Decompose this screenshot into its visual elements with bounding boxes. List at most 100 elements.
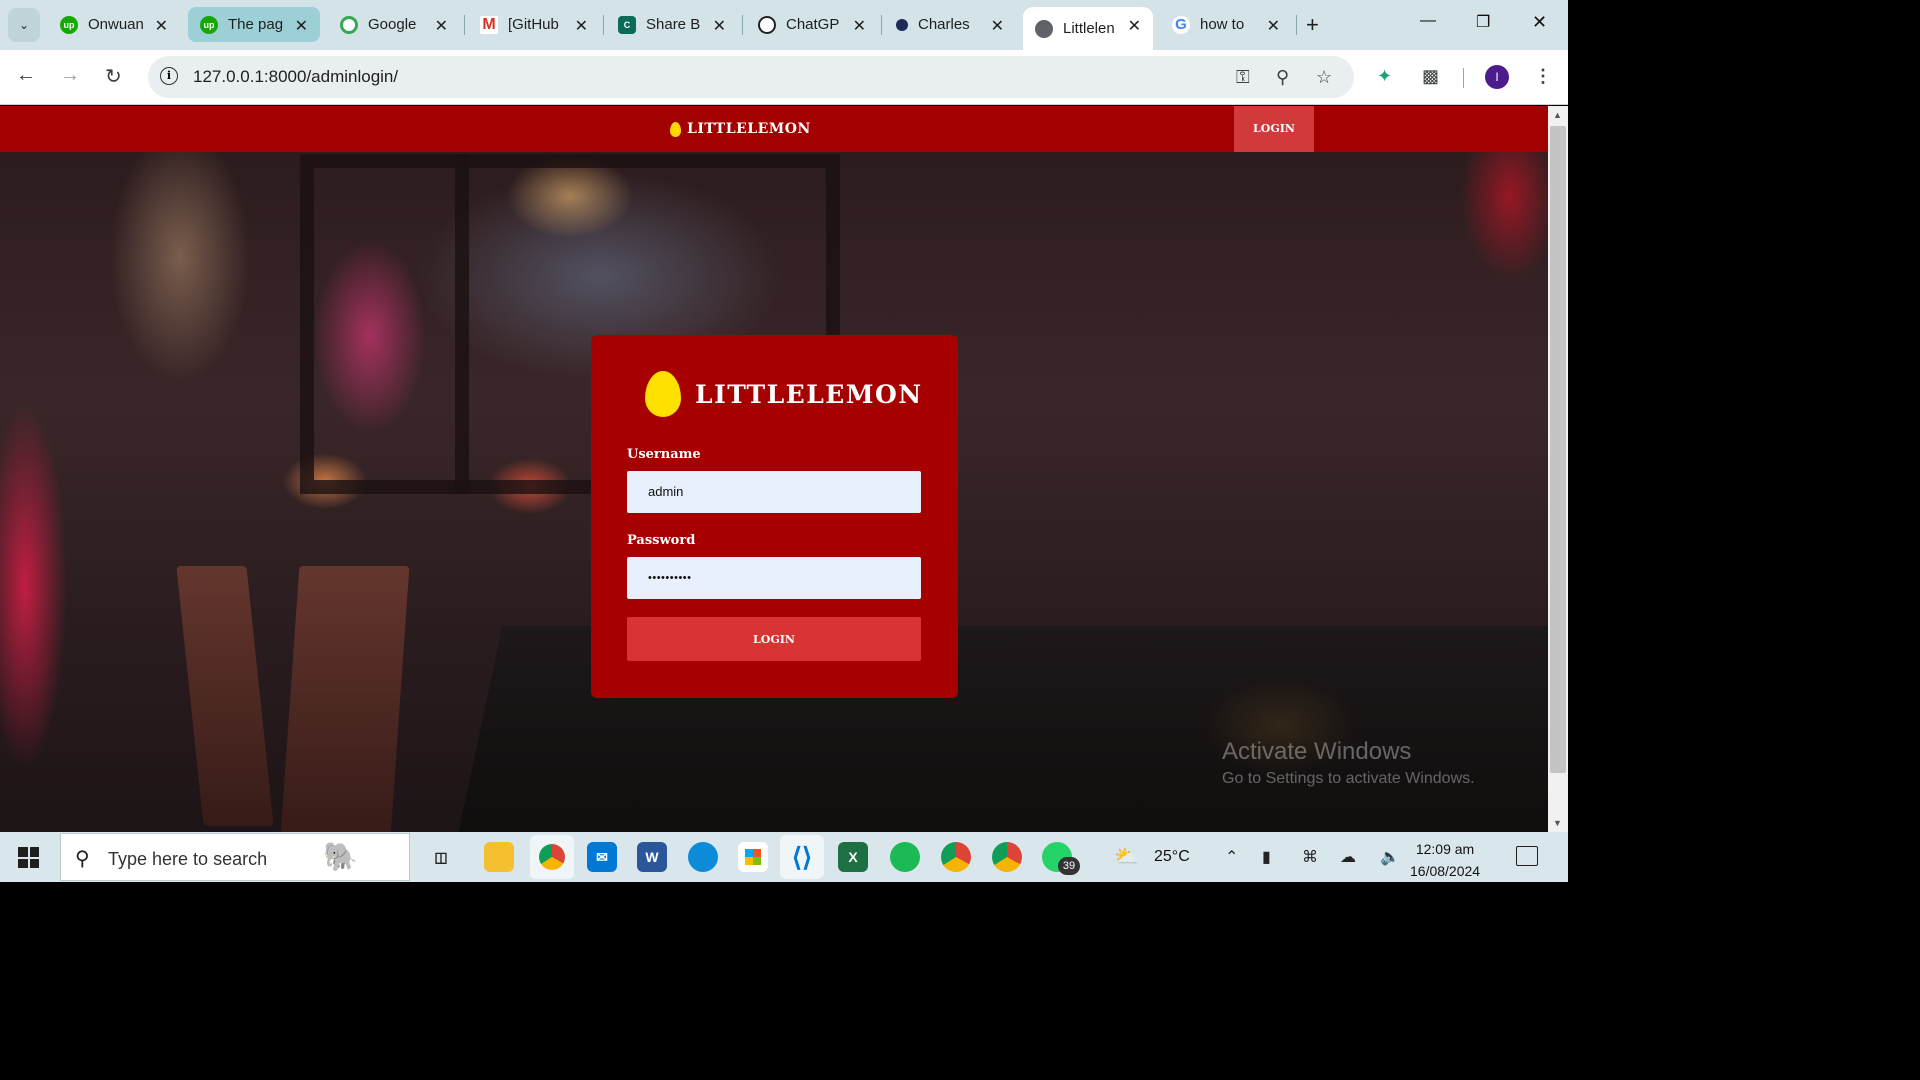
battery-icon[interactable]: ▮ — [1262, 847, 1271, 867]
wifi-icon[interactable]: ⌘ — [1302, 847, 1318, 867]
scroll-down-icon[interactable]: ▼ — [1553, 818, 1562, 828]
password-key-icon[interactable]: ⚿ — [1236, 67, 1250, 88]
close-icon[interactable]: ✕ — [155, 16, 168, 36]
edge-icon[interactable] — [688, 842, 718, 872]
windows-taskbar: ⚲ Type here to search 🐘 ◫ ✉ W ⟨⟩ X ⛅ 25°… — [0, 832, 1568, 882]
windows-start-icon[interactable] — [18, 847, 39, 868]
tab-charles[interactable]: Charles ✕ — [884, 7, 1016, 42]
tab-search-button[interactable]: ⌄ — [8, 8, 40, 42]
address-bar[interactable]: i 127.0.0.1:8000/adminlogin/ ⚿ ⚲ ☆ — [148, 56, 1354, 98]
chatgpt-icon — [758, 15, 776, 34]
page-scrollbar[interactable]: ▲ ▼ — [1548, 106, 1568, 832]
menu-kebab-icon[interactable]: ⋮ — [1534, 66, 1552, 87]
onedrive-cloud-icon[interactable]: ☁ — [1340, 847, 1356, 867]
temperature-text[interactable]: 25°C — [1154, 848, 1190, 866]
extensions-puzzle-icon[interactable]: ▩ — [1422, 66, 1439, 87]
close-icon[interactable]: ✕ — [991, 16, 1004, 36]
tab-google[interactable]: Google ✕ — [328, 7, 460, 42]
tab-separator — [881, 15, 882, 35]
bookmark-star-icon[interactable]: ☆ — [1316, 67, 1332, 88]
close-icon[interactable]: ✕ — [713, 16, 726, 36]
notification-center-icon[interactable] — [1516, 846, 1538, 866]
site-info-icon[interactable]: i — [160, 67, 178, 85]
tab-share[interactable]: C Share B ✕ — [606, 7, 738, 42]
excel-icon[interactable]: X — [838, 842, 868, 872]
login-submit-button[interactable]: LOGIN — [627, 617, 921, 661]
site-brand[interactable]: LITTLELEMON — [670, 121, 811, 137]
whatsapp-unread-badge: 39 — [1058, 857, 1080, 875]
new-tab-button[interactable]: + — [1306, 12, 1319, 38]
restore-icon[interactable]: ❐ — [1476, 12, 1490, 32]
tab-title: [GitHub — [508, 16, 559, 33]
tab-github[interactable]: M [GitHub ✕ — [468, 7, 600, 42]
mail-icon[interactable]: ✉ — [587, 842, 617, 872]
weather-cloud-icon[interactable]: ⛅ — [1114, 844, 1139, 869]
watermark-line-1: Activate Windows — [1222, 738, 1412, 765]
volume-icon[interactable]: 🔈 — [1380, 847, 1400, 867]
globe-icon — [1035, 19, 1053, 38]
chrome-icon[interactable] — [941, 842, 971, 872]
close-icon[interactable]: ✕ — [295, 16, 308, 36]
tab-chatgpt[interactable]: ChatGP ✕ — [746, 7, 878, 42]
tab-onwuan[interactable]: up Onwuan ✕ — [48, 7, 180, 42]
upwork-icon: up — [60, 15, 78, 34]
gmail-icon: M — [480, 15, 498, 34]
minimize-icon[interactable]: — — [1420, 12, 1436, 30]
tab-title: how to — [1200, 16, 1245, 33]
file-explorer-icon[interactable] — [484, 842, 514, 872]
task-view-icon[interactable]: ◫ — [426, 842, 456, 872]
tab-title: Onwuan — [88, 16, 144, 33]
back-icon[interactable]: ← — [16, 64, 36, 87]
word-icon[interactable]: W — [637, 842, 667, 872]
card-brand: LITTLELEMON — [645, 371, 923, 417]
tab-how-to[interactable]: G how to ✕ — [1160, 7, 1292, 42]
background-window-mullion — [455, 154, 469, 494]
close-icon[interactable]: ✕ — [1267, 16, 1280, 36]
tab-separator — [464, 15, 465, 35]
search-icon: ⚲ — [75, 848, 90, 870]
spotify-icon[interactable] — [890, 842, 920, 872]
password-field[interactable]: •••••••••• — [627, 557, 921, 599]
tab-littlelemon[interactable]: Littlelen ✕ — [1023, 7, 1153, 50]
microsoft-store-icon[interactable] — [738, 842, 768, 872]
tab-title: ChatGP — [786, 16, 840, 33]
scroll-up-icon[interactable]: ▲ — [1553, 110, 1562, 120]
extension-bird-icon[interactable]: ✦ — [1377, 66, 1392, 87]
close-icon[interactable]: ✕ — [435, 16, 448, 36]
close-icon[interactable]: ✕ — [853, 16, 866, 36]
close-icon[interactable]: ✕ — [575, 16, 588, 36]
tab-separator — [1296, 15, 1297, 35]
browser-toolbar: ← → ↻ i 127.0.0.1:8000/adminlogin/ ⚿ ⚲ ☆… — [0, 50, 1568, 105]
taskbar-search-box[interactable]: ⚲ Type here to search 🐘 — [60, 833, 410, 881]
zoom-icon[interactable]: ⚲ — [1276, 67, 1289, 88]
tab-strip: ⌄ up Onwuan ✕ up The pag ✕ Google ✕ M [G… — [0, 0, 1568, 50]
site-navbar: LITTLELEMON LOGIN — [0, 106, 1548, 152]
background-chair — [280, 566, 410, 832]
scroll-thumb[interactable] — [1550, 126, 1566, 773]
window-close-icon[interactable]: ✕ — [1532, 12, 1547, 33]
tab-title: Littlelen — [1063, 20, 1115, 37]
username-field[interactable]: admin — [627, 471, 921, 513]
reload-icon[interactable]: ↻ — [105, 64, 122, 89]
page-viewport: LITTLELEMON LOGIN LITTLELEMON Username a… — [0, 106, 1548, 832]
tab-separator — [742, 15, 743, 35]
profile-avatar[interactable]: I — [1485, 65, 1509, 89]
url-text[interactable]: 127.0.0.1:8000/adminlogin/ — [193, 67, 398, 87]
nav-login-button[interactable]: LOGIN — [1234, 106, 1314, 152]
background-chair — [176, 566, 274, 826]
forward-icon[interactable]: → — [60, 64, 80, 87]
tab-the-page[interactable]: up The pag ✕ — [188, 7, 320, 42]
system-clock[interactable]: 12:09 am 16/08/2024 — [1410, 838, 1480, 882]
vscode-icon[interactable]: ⟨⟩ — [780, 835, 824, 879]
tray-chevron-up-icon[interactable]: ⌃ — [1225, 847, 1238, 867]
username-label: Username — [627, 447, 701, 462]
tab-title: Charles — [918, 16, 970, 33]
chrome-profile-icon[interactable] — [530, 835, 574, 879]
google-meet-icon — [340, 15, 358, 34]
close-icon[interactable]: ✕ — [1128, 16, 1141, 36]
tab-title: The pag — [228, 16, 284, 33]
tab-title: Share B — [646, 16, 701, 33]
password-label: Password — [627, 533, 696, 548]
chrome-icon-2[interactable] — [992, 842, 1022, 872]
charles-icon — [896, 18, 908, 31]
